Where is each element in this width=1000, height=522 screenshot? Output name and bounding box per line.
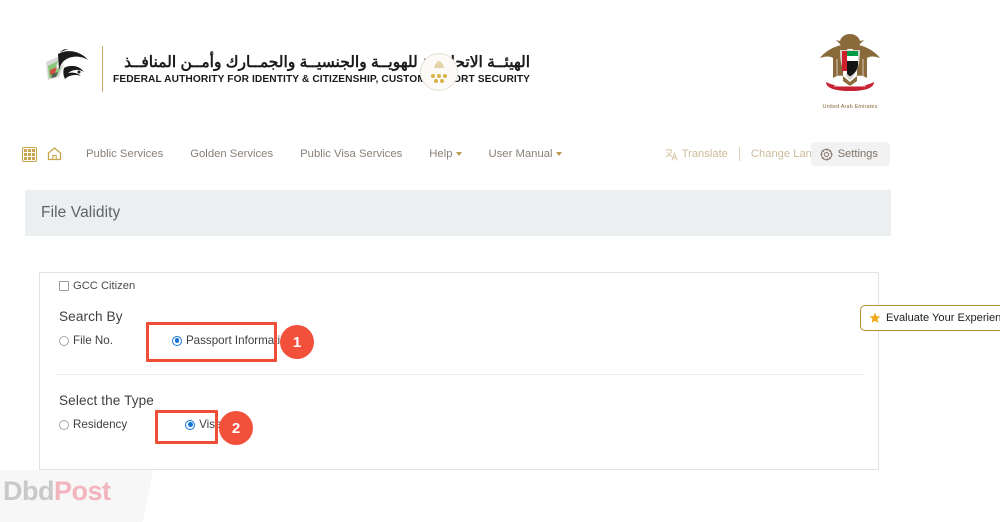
home-icon[interactable] (46, 146, 63, 162)
nav-link-public-visa-services[interactable]: Public Visa Services (300, 148, 402, 160)
settings-label: Settings (837, 148, 878, 160)
nav-link-label: Golden Services (190, 148, 274, 160)
gear-icon (819, 147, 833, 161)
government-seal-icon (420, 53, 458, 91)
radio-residency[interactable]: Residency (59, 418, 127, 431)
star-icon (869, 312, 881, 323)
settings-button[interactable]: Settings (810, 142, 890, 166)
nav-link-label: Public Visa Services (300, 148, 403, 160)
falcon-logo-icon (38, 42, 96, 96)
watermark-part-one: Dbd (2, 476, 54, 506)
nav-separator (738, 147, 740, 161)
annotation-step-badge-2: 2 (219, 411, 253, 445)
nav-link-label: User Manual (488, 148, 553, 160)
radio-button[interactable] (59, 335, 69, 346)
logo-divider (102, 46, 103, 92)
page-title: File Validity (41, 204, 121, 221)
chevron-down-icon (555, 152, 562, 157)
nav-link-user-manual[interactable]: User Manual (489, 148, 562, 160)
section-divider (57, 374, 863, 375)
main-navigation: Public Services Golden Services Public V… (0, 138, 1000, 170)
radio-label: File No. (73, 334, 113, 347)
site-header: الهيئــة الاتحاديــة للهويــة والجنسيــة… (0, 0, 1000, 132)
nav-links: Public Services Golden Services Public V… (86, 148, 589, 160)
nav-link-public-services[interactable]: Public Services (86, 148, 163, 160)
translate-icon (665, 148, 678, 160)
gcc-citizen-checkbox[interactable]: GCC Citizen (59, 280, 135, 292)
annotation-highlight-box-2 (155, 410, 218, 444)
watermark: DbdPost (0, 470, 154, 522)
nav-link-label: Public Services (86, 148, 164, 160)
checkbox-box[interactable] (59, 281, 69, 291)
annotation-step-badge-1: 1 (280, 325, 314, 359)
page-title-bar: File Validity (25, 190, 891, 236)
nav-link-golden-services[interactable]: Golden Services (190, 148, 273, 160)
evaluate-experience-tab[interactable]: Evaluate Your Experience (860, 305, 1000, 331)
logo-english-title: FEDERAL AUTHORITY FOR IDENTITY & CITIZEN… (113, 74, 531, 86)
radio-file-no[interactable]: File No. (59, 334, 113, 347)
evaluate-experience-label: Evaluate Your Experience (886, 312, 1000, 324)
translate-button[interactable]: Translate (665, 148, 728, 161)
uae-coat-of-arms-icon: United Arab Emirates (812, 28, 888, 110)
chevron-down-icon (455, 152, 462, 157)
nav-link-label: Help (429, 148, 453, 160)
translate-label: Translate (681, 148, 728, 160)
gcc-citizen-label: GCC Citizen (73, 280, 136, 292)
annotation-highlight-box-1 (146, 322, 277, 362)
apps-grid-icon[interactable] (22, 146, 37, 162)
select-type-label: Select the Type (59, 393, 154, 408)
watermark-part-two: Post (53, 476, 111, 506)
radio-label: Residency (73, 418, 128, 431)
radio-button[interactable] (59, 419, 69, 430)
nav-link-help[interactable]: Help (429, 148, 462, 160)
emblem-caption: United Arab Emirates (822, 104, 878, 110)
logo-arabic-title: الهيئــة الاتحاديــة للهويــة والجنسيــة… (124, 53, 531, 71)
